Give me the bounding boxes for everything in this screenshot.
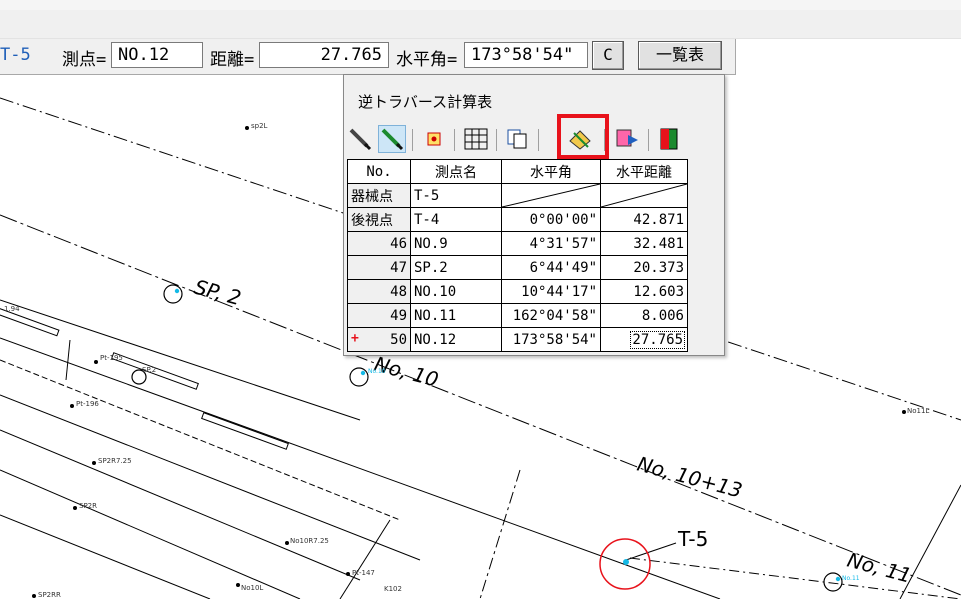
row-angle[interactable]: 173°58'54" xyxy=(501,327,601,352)
row-angle-empty xyxy=(501,183,601,208)
sp2-circle xyxy=(163,284,183,304)
row-distance[interactable]: 42.871 xyxy=(600,207,688,232)
label-t5: T-5 xyxy=(677,527,708,551)
row-name[interactable]: NO.9 xyxy=(410,231,502,256)
label-sp2: SP, 2 xyxy=(192,275,244,310)
point-marker-icon[interactable] xyxy=(420,125,448,153)
tick-line-1 xyxy=(65,339,71,381)
no10-circle xyxy=(349,367,369,387)
row-angle[interactable]: 0°00'00" xyxy=(501,207,601,232)
row-no: 47 xyxy=(347,255,411,280)
distance-label: 距離= xyxy=(210,50,255,70)
row-no: 48 xyxy=(347,279,411,304)
table-row[interactable]: 47 SP.2 6°44'49" 20.373 xyxy=(347,255,688,280)
row-angle[interactable]: 10°44'17" xyxy=(501,279,601,304)
label-sp2l: sp2L xyxy=(251,122,268,130)
pencil-icon[interactable] xyxy=(346,125,374,153)
copy-icon[interactable] xyxy=(504,125,532,153)
measurement-toolbar: T-5 測点= NO.12 距離= 27.765 水平角= 173°58'54"… xyxy=(0,39,736,75)
row-no: + 50 xyxy=(347,327,411,352)
row-name[interactable]: SP.2 xyxy=(410,255,502,280)
edge-line-1 xyxy=(0,299,361,421)
table-row[interactable]: 器械点 T-5 xyxy=(347,183,688,208)
label-pt147: Pt-147 xyxy=(352,569,375,577)
row-name[interactable]: NO.12 xyxy=(410,327,502,352)
row-distance[interactable]: 32.481 xyxy=(600,231,688,256)
table-row[interactable]: 48 NO.10 10°44'17" 12.603 xyxy=(347,279,688,304)
new-row-marker-icon: + xyxy=(351,331,359,346)
edge-line-7 xyxy=(0,514,211,599)
reverse-traverse-popup[interactable]: 逆トラバース計算表 No. 測点名 水平角 水平距離 器械点 T-5 後視点 T… xyxy=(343,74,725,356)
label-no10-13: No, 10+13 xyxy=(635,452,745,503)
label-no11l: No11L xyxy=(907,407,929,415)
col-no: No. xyxy=(347,159,411,184)
label-no10-small: No.10 xyxy=(368,368,386,375)
col-point-name: 測点名 xyxy=(410,159,502,184)
clear-button[interactable]: C xyxy=(592,41,624,70)
table-row-selected[interactable]: + 50 NO.12 173°58'54" 27.765 xyxy=(347,327,688,352)
color-fill-icon[interactable] xyxy=(656,125,684,153)
row-angle[interactable]: 4°31'57" xyxy=(501,231,601,256)
row-distance[interactable]: 20.373 xyxy=(600,255,688,280)
popup-toolbar xyxy=(346,125,696,155)
edge-line-2 xyxy=(0,337,721,599)
edge-line-5 xyxy=(0,429,361,581)
point-field[interactable]: NO.12 xyxy=(111,42,203,68)
export-icon[interactable] xyxy=(614,125,642,153)
row-no: 器械点 xyxy=(347,183,411,208)
table-grid-icon[interactable] xyxy=(462,125,490,153)
label-sp2r725: SP2R7.25 xyxy=(98,457,132,465)
curb-block-3 xyxy=(201,412,289,450)
row-name[interactable]: T-5 xyxy=(410,183,502,208)
angle-field[interactable]: 173°58'54" xyxy=(464,42,588,68)
label-194: 1.94 xyxy=(4,305,20,313)
table-row[interactable]: 後視点 T-4 0°00'00" 42.871 xyxy=(347,207,688,232)
label-no10l: No10L xyxy=(241,584,263,592)
row-name[interactable]: NO.11 xyxy=(410,303,502,328)
edge-line-6 xyxy=(0,469,301,599)
traverse-table: No. 測点名 水平角 水平距離 器械点 T-5 後視点 T-4 0°00'00… xyxy=(347,159,688,352)
row-angle[interactable]: 162°04'58" xyxy=(501,303,601,328)
row-name[interactable]: NO.10 xyxy=(410,279,502,304)
label-k102: K102 xyxy=(384,585,402,593)
angle-label: 水平角= xyxy=(396,50,458,70)
label-sp2rr: SP2RR xyxy=(38,591,61,599)
point-label: 測点= xyxy=(62,50,107,70)
distance-field[interactable]: 27.765 xyxy=(259,42,389,68)
row-no: 後視点 xyxy=(347,207,411,232)
label-sp2-small: SP.2 xyxy=(142,366,156,374)
row-angle[interactable]: 6°44'49" xyxy=(501,255,601,280)
menu-bar xyxy=(0,10,961,39)
row-no: 49 xyxy=(347,303,411,328)
row-distance-empty xyxy=(600,183,688,208)
station-prefix: T-5 xyxy=(0,45,31,65)
list-button[interactable]: 一覧表 xyxy=(638,41,722,70)
label-no11-small: No.11 xyxy=(842,575,860,582)
row-distance-value: 27.765 xyxy=(630,330,685,349)
dashed-diagonal-1 xyxy=(479,469,521,599)
label-no10r725: No10R7.25 xyxy=(290,537,329,545)
row-distance[interactable]: 12.603 xyxy=(600,279,688,304)
row-distance[interactable]: 8.006 xyxy=(600,303,688,328)
window-top-strip xyxy=(0,0,961,10)
pencil-active-icon[interactable] xyxy=(378,125,406,153)
no11-circle xyxy=(823,572,843,592)
row-no: 46 xyxy=(347,231,411,256)
label-sp2r: SP2R xyxy=(79,502,97,510)
t5-leader xyxy=(625,542,677,561)
table-row[interactable]: 49 NO.11 162°04'58" 8.006 xyxy=(347,303,688,328)
col-horizontal-distance: 水平距離 xyxy=(600,159,688,184)
row-name[interactable]: T-4 xyxy=(410,207,502,232)
highlight-box xyxy=(557,114,609,159)
table-row[interactable]: 46 NO.9 4°31'57" 32.481 xyxy=(347,231,688,256)
row-no-value: 50 xyxy=(390,331,407,348)
label-pt196: Pt-196 xyxy=(76,400,99,408)
row-distance[interactable]: 27.765 xyxy=(600,327,688,352)
edge-line-4 xyxy=(0,394,421,561)
col-horizontal-angle: 水平角 xyxy=(501,159,601,184)
table-header-row: No. 測点名 水平角 水平距離 xyxy=(347,159,688,184)
label-pt195: Pt-195 xyxy=(100,354,123,362)
popup-title: 逆トラバース計算表 xyxy=(358,93,493,111)
